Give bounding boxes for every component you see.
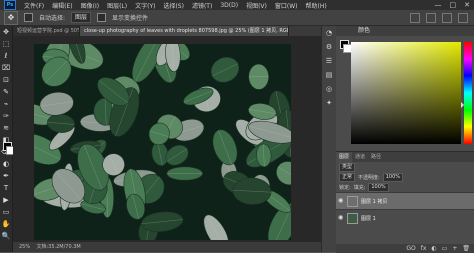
hand-tool-icon[interactable]: ✋ (0, 218, 12, 230)
align-right-icon[interactable] (442, 13, 452, 23)
quick-select-tool-icon[interactable]: ⌧ (0, 62, 12, 74)
close-icon[interactable]: ✕ (464, 1, 470, 9)
layer-name: 图层 1 (361, 215, 376, 222)
layer-filter-row: 类型 (336, 162, 474, 172)
menu-file[interactable]: 文件(F) (24, 1, 44, 10)
color-panel-header: 颜色 (336, 26, 474, 36)
tab-paths[interactable]: 路径 (368, 152, 384, 162)
leaves-photo-image (34, 44, 291, 240)
tab-document-2[interactable]: close-up photography of leaves with drop… (80, 26, 289, 36)
eyedropper-tool-icon[interactable]: ✎ (0, 86, 12, 98)
tools-panel: ✥ ⬚ ℓ ⌧ ⊡ ✎ ⌁ ✑ ≋ ◧ ⌫ ◐ ✒ T ▶ ▭ ✋ 🔍 (0, 26, 13, 252)
clone-stamp-icon[interactable]: ≋ (0, 122, 12, 134)
dodge-tool-icon[interactable]: ◐ (0, 158, 12, 170)
move-tool-icon[interactable]: ✥ (0, 26, 12, 38)
color-saturation-field[interactable] (351, 42, 461, 144)
menu-3d[interactable]: 3D(D) (220, 2, 238, 9)
fill-field[interactable]: 100% (368, 183, 388, 192)
menu-type[interactable]: 文字(Y) (135, 1, 155, 10)
menu-layer[interactable]: 图层(L) (107, 1, 127, 10)
crop-tool-icon[interactable]: ⊡ (0, 74, 12, 86)
blend-mode-dropdown[interactable]: 正常 (339, 173, 355, 182)
leaves-photo-canvas[interactable] (34, 44, 291, 240)
menu-filter[interactable]: 滤镜(T) (192, 1, 212, 10)
hue-slider-marker[interactable] (461, 102, 464, 108)
color-panel: 颜色 (336, 26, 474, 151)
lock-label: 锁定: (339, 184, 351, 191)
show-transform-checkbox[interactable] (97, 13, 106, 22)
menu-edit[interactable]: 编辑(E) (52, 1, 72, 10)
pen-tool-icon[interactable]: ✒ (0, 170, 12, 182)
layer-name: 图层 1 拷贝 (361, 198, 387, 205)
layers-panel-tabs: 图层 通道 路径 (336, 152, 474, 162)
menubar: Ps 文件(F) 编辑(E) 图像(I) 图层(L) 文字(Y) 选择(S) 滤… (0, 0, 474, 10)
lasso-tool-icon[interactable]: ℓ (0, 50, 12, 62)
align-left-icon[interactable] (410, 13, 420, 23)
blend-row: 正常 不透明度: 100% (336, 172, 474, 182)
tab-layers[interactable]: 图层 (336, 152, 352, 162)
auto-select-label: 自动选择: (39, 13, 65, 22)
properties-icon[interactable]: ⚙ (322, 40, 336, 54)
move-tool-icon[interactable]: ✥ (4, 11, 18, 25)
photoshop-logo: Ps (4, 0, 16, 10)
doc-size: 文档:35.2M/70.3M (36, 244, 80, 250)
kind-filter-dropdown[interactable]: 类型 (339, 163, 355, 172)
tab-color[interactable]: 颜色 (358, 27, 370, 34)
layer-thumbnail (347, 213, 358, 224)
minimize-icon[interactable]: — (435, 1, 442, 9)
layer-row[interactable]: ◉ 图层 1 拷贝 (336, 192, 474, 209)
layers-panel: 图层 通道 路径 类型 正常 不透明度: 100% 锁定: 填充: 100% ◉… (336, 151, 474, 253)
menu-image[interactable]: 图像(I) (81, 1, 99, 10)
lock-row: 锁定: 填充: 100% (336, 182, 474, 192)
character-icon[interactable]: ▤ (322, 68, 336, 82)
show-transform-label: 显示变换控件 (112, 13, 148, 22)
path-select-icon[interactable]: ▶ (0, 194, 12, 206)
eye-icon[interactable]: ◉ (338, 198, 344, 204)
distribute-icon[interactable] (458, 13, 468, 23)
fill-label: 填充: (354, 184, 366, 191)
auto-select-checkbox[interactable] (24, 13, 33, 22)
paragraph-icon[interactable]: ☰ (322, 54, 336, 68)
document-tabs: 短视频运营学院.psd @ 50% close-up photography o… (13, 26, 321, 36)
marquee-tool-icon[interactable]: ⬚ (0, 38, 12, 50)
layer-row[interactable]: ◉ 图层 1 (336, 209, 474, 226)
rectangle-tool-icon[interactable]: ▭ (0, 206, 12, 218)
zoom-level[interactable]: 25% (19, 244, 30, 250)
healing-brush-icon[interactable]: ⌁ (0, 98, 12, 110)
menu-select[interactable]: 选择(S) (163, 1, 184, 10)
opacity-field[interactable]: 100% (383, 173, 403, 182)
menu-view[interactable]: 视图(V) (246, 1, 267, 10)
brush-tool-icon[interactable]: ✑ (0, 110, 12, 122)
history-icon[interactable]: ◔ (322, 26, 336, 40)
status-bar: 25% 文档:35.2M/70.3M (13, 242, 321, 252)
align-center-icon[interactable] (426, 13, 436, 23)
styles-icon[interactable]: ✦ (322, 96, 336, 110)
tab-channels[interactable]: 通道 (352, 152, 368, 162)
hue-slider[interactable] (464, 42, 472, 144)
opacity-label: 不透明度: (358, 174, 380, 181)
maximize-icon[interactable]: □ (450, 1, 457, 9)
type-tool-icon[interactable]: T (0, 182, 12, 194)
eye-icon[interactable]: ◉ (338, 215, 344, 221)
canvas-area[interactable] (13, 36, 321, 242)
zoom-tool-icon[interactable]: 🔍 (0, 230, 12, 242)
menu-help[interactable]: 帮助(H) (306, 1, 327, 10)
layer-thumbnail (347, 196, 358, 207)
panel-icon-strip: ◔ ⚙ ☰ ▤ ◎ ✦ (321, 26, 337, 252)
auto-select-dropdown[interactable]: 图层 (71, 12, 91, 23)
menu-window[interactable]: 窗口(W) (275, 1, 298, 10)
options-bar: ✥ 自动选择: 图层 显示变换控件 (0, 10, 474, 26)
tab-document-1[interactable]: 短视频运营学院.psd @ 50% (13, 26, 80, 36)
adjustments-icon[interactable]: ◎ (322, 82, 336, 96)
